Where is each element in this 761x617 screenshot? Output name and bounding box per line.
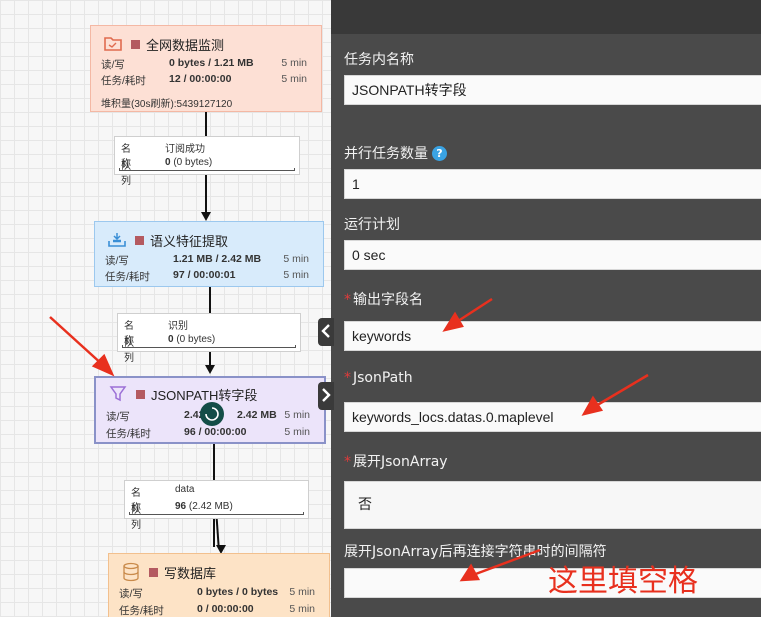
edge-arrowhead <box>205 365 215 374</box>
rw-value: 0 bytes / 1.21 MB <box>169 57 254 69</box>
expand-select[interactable]: 否 <box>344 481 761 529</box>
processor-node-source[interactable]: 全网数据监测 读/写 0 bytes / 1.21 MB 5 min 任务/耗时 12… <box>90 25 322 112</box>
rw-time: 5 min <box>283 253 309 265</box>
expand-label-row: * 展开JsonArray <box>344 451 448 471</box>
conn-name-value: data <box>175 484 195 495</box>
output-field-input[interactable] <box>344 321 761 351</box>
backlog-count: 堆积量(30s刷新):5439127120 <box>101 99 233 110</box>
node-title: 写数据库 <box>164 565 217 581</box>
node-title: 语义特征提取 <box>150 233 229 249</box>
parallel-input[interactable] <box>344 169 761 199</box>
task-label: 任务/耗时 <box>106 428 151 440</box>
conn-queue-label: 队列 <box>121 161 131 187</box>
task-time: 5 min <box>284 426 310 438</box>
task-name-input[interactable] <box>344 75 761 105</box>
flow-canvas[interactable]: 全网数据监测 读/写 0 bytes / 1.21 MB 5 min 任务/耗时 12… <box>0 0 331 617</box>
chevron-left-icon <box>321 323 331 342</box>
task-time: 5 min <box>289 603 315 615</box>
conn-name-value: 订阅成功 <box>165 144 205 155</box>
schedule-label: 运行计划 <box>344 217 400 233</box>
task-label: 任务/耗时 <box>119 605 164 617</box>
collapse-left-handle[interactable] <box>318 318 334 346</box>
processor-node-extract[interactable]: 语义特征提取 读/写 1.21 MB / 2.42 MB 5 min 任务/耗时 97… <box>94 221 324 287</box>
queue-bar <box>122 345 296 348</box>
conn-queue-count: 0 <box>168 334 174 345</box>
status-square <box>131 39 140 49</box>
jsonpath-label-row: * JsonPath <box>344 370 413 386</box>
config-panel: 任务内名称 并行任务数量? 运行计划 *输出字段名 *JsonPath *展开J… <box>331 0 761 617</box>
task-time: 5 min <box>281 73 307 85</box>
rw-label: 读/写 <box>106 411 130 423</box>
rw-time: 5 min <box>281 57 307 69</box>
conn-queue-count: 96 <box>175 501 187 512</box>
task-value: 12 / 00:00:00 <box>169 73 232 85</box>
rw-label: 读/写 <box>105 255 129 267</box>
required-asterisk: * <box>344 292 351 308</box>
parallel-label: 并行任务数量 <box>344 146 428 162</box>
rw-value: 1.21 MB / 2.42 MB <box>173 253 262 265</box>
database-icon <box>119 560 143 584</box>
jsonpath-input[interactable] <box>344 402 761 432</box>
edge-arrowhead <box>201 212 211 221</box>
help-icon[interactable]: ? <box>432 146 447 161</box>
conn-queue-size: (2.42 MB) <box>188 501 233 512</box>
conn-queue-size: (0 bytes) <box>173 157 213 168</box>
node-title: 全网数据监测 <box>146 37 225 53</box>
task-name-label: 任务内名称 <box>344 52 414 68</box>
conn-queue-count: 0 <box>165 157 171 168</box>
connection-queue-box[interactable]: 名称 订阅成功 队列 0 (0 bytes) <box>114 136 300 187</box>
chevron-right-icon <box>321 387 331 406</box>
task-value: 96 / 00:00:00 <box>184 426 247 438</box>
connection-queue-box[interactable]: 名称 data 队列 96 (2.42 MB) <box>124 480 309 531</box>
rw-label: 读/写 <box>101 59 125 71</box>
rw-value: 0 bytes / 0 bytes <box>197 586 279 598</box>
rw-value-2: 2.42 MB <box>237 409 277 421</box>
status-square <box>135 235 144 245</box>
task-label: 任务/耗时 <box>105 271 150 283</box>
conn-name-value: 识别 <box>168 321 188 332</box>
task-value: 0 / 00:00:00 <box>197 603 254 615</box>
node-title: JSONPATH转字段 <box>151 387 258 403</box>
status-square <box>136 389 145 399</box>
loading-spinner-icon <box>200 402 224 426</box>
rw-time: 5 min <box>284 409 310 421</box>
schedule-input[interactable] <box>344 240 761 270</box>
queue-bar <box>129 512 304 515</box>
rw-time: 5 min <box>289 586 315 598</box>
required-asterisk: * <box>344 454 351 470</box>
task-label: 任务/耗时 <box>101 75 146 87</box>
status-square <box>149 567 158 577</box>
task-value: 97 / 00:00:01 <box>173 269 236 281</box>
expand-label: 展开JsonArray <box>353 454 448 470</box>
folder-icon <box>101 32 125 56</box>
filter-icon <box>106 382 130 406</box>
processor-node-jsonpath[interactable]: JSONPATH转字段 读/写 2.42 2.42 MB 5 min 任务/耗时 96 … <box>94 376 326 444</box>
inbox-tray-icon <box>105 228 129 252</box>
expand-right-handle[interactable] <box>318 382 334 410</box>
annotation-note: 这里填空格 <box>548 564 698 599</box>
jsonpath-label: JsonPath <box>353 370 413 386</box>
rw-label: 读/写 <box>119 588 143 600</box>
parallel-label-row: 并行任务数量? <box>344 143 447 163</box>
connection-queue-box[interactable]: 名称 识别 队列 0 (0 bytes) <box>117 313 301 364</box>
output-field-label-row: * 输出字段名 <box>344 289 423 309</box>
conn-queue-size: (0 bytes) <box>176 334 216 345</box>
conn-queue-label: 队列 <box>131 505 141 531</box>
required-asterisk: * <box>344 370 351 386</box>
queue-bar <box>119 168 295 171</box>
conn-queue-label: 队列 <box>124 338 134 364</box>
output-field-label: 输出字段名 <box>353 292 423 308</box>
task-time: 5 min <box>283 269 309 281</box>
panel-topbar <box>331 0 761 34</box>
processor-node-database[interactable]: 写数据库 读/写 0 bytes / 0 bytes 5 min 任务/耗时 0 / … <box>108 553 330 617</box>
